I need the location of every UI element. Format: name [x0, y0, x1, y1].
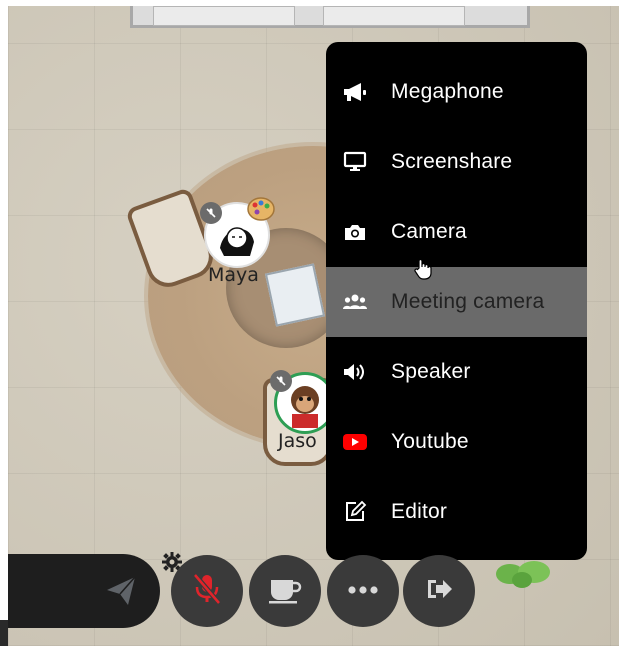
menu-item-camera[interactable]: Camera [326, 197, 587, 267]
menu-item-label: Megaphone [391, 80, 504, 103]
menu-item-megaphone[interactable]: Megaphone [326, 57, 587, 127]
muted-indicator [200, 202, 222, 224]
avatar-name-label: Maya [208, 264, 259, 286]
frame-edge [619, 0, 629, 646]
microphone-muted-icon [192, 572, 222, 611]
menu-item-speaker[interactable]: Speaker [326, 337, 587, 407]
menu-item-screenshare[interactable]: Screenshare [326, 127, 587, 197]
users-icon [342, 289, 368, 315]
avatar-name-label: Jaso [278, 430, 317, 452]
send-icon[interactable] [104, 574, 138, 613]
monitor-icon [342, 149, 368, 175]
speaker-icon [342, 359, 368, 385]
menu-item-label: Camera [391, 220, 467, 243]
microphone-toggle-button[interactable] [171, 555, 243, 627]
menu-item-label: Speaker [391, 360, 471, 383]
coffee-break-button[interactable] [249, 555, 321, 627]
menu-item-label: Youtube [391, 430, 469, 453]
more-icon [347, 582, 379, 600]
megaphone-icon [342, 79, 368, 105]
edit-icon [342, 499, 368, 525]
window-pane [153, 6, 295, 26]
menu-item-label: Meeting camera [391, 290, 545, 313]
microphone-off-icon [206, 208, 216, 218]
menu-item-youtube[interactable]: Youtube [326, 407, 587, 477]
plant [494, 556, 554, 592]
hand-cursor-icon [414, 258, 432, 285]
menu-item-label: Screenshare [391, 150, 513, 173]
microphone-off-icon [276, 376, 286, 386]
palette-icon [246, 196, 276, 227]
exit-icon [424, 576, 454, 607]
more-options-button[interactable] [327, 555, 399, 627]
window-frame [130, 6, 530, 28]
screen-corner [0, 620, 8, 646]
camera-icon [342, 219, 368, 245]
menu-item-meeting-camera[interactable]: Meeting camera [326, 267, 587, 337]
youtube-icon [342, 429, 368, 455]
leave-room-button[interactable] [403, 555, 475, 627]
menu-item-editor[interactable]: Editor [326, 477, 587, 547]
papers-on-table [264, 263, 326, 327]
more-actions-menu: Megaphone Screenshare Camera Meeting cam… [326, 42, 587, 560]
muted-indicator [270, 370, 292, 392]
menu-item-label: Editor [391, 500, 448, 523]
window-pane [323, 6, 465, 26]
coffee-icon [267, 574, 303, 609]
